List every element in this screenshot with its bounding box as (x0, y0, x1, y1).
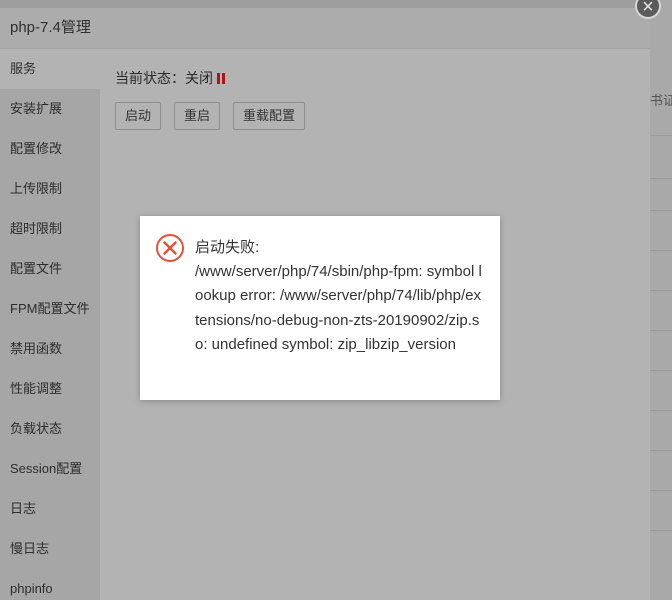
sidebar-item-fpm-config-file[interactable]: FPM配置文件 (0, 289, 100, 329)
background-text: 书证书 (650, 93, 672, 108)
sidebar-item-performance-tuning[interactable]: 性能调整 (0, 369, 100, 409)
background-divider (650, 410, 672, 411)
dialog-title: php-7.4管理 (0, 8, 650, 49)
sidebar-item-service[interactable]: 服务 (0, 49, 100, 89)
sidebar-item-load-status[interactable]: 负载状态 (0, 409, 100, 449)
error-message-text: 启动失败: /www/server/php/74/sbin/php-fpm: s… (195, 236, 485, 357)
background-divider (650, 530, 672, 531)
sidebar-item-timeout-limit[interactable]: 超时限制 (0, 209, 100, 249)
service-actions: 启动 重启 重载配置 (115, 102, 650, 130)
service-status: 当前状态：关闭 (115, 68, 650, 88)
error-message-box: 启动失败: /www/server/php/74/sbin/php-fpm: s… (140, 216, 500, 400)
sidebar-item-slow-log[interactable]: 慢日志 (0, 529, 100, 569)
background-page: 书证书 (650, 0, 672, 600)
sidebar-item-upload-limit[interactable]: 上传限制 (0, 169, 100, 209)
start-button[interactable]: 启动 (115, 102, 162, 130)
sidebar-item-config-edit[interactable]: 配置修改 (0, 129, 100, 169)
background-divider (650, 210, 672, 211)
background-divider (650, 135, 672, 136)
service-panel: 当前状态：关闭 启动 重启 重载配置 (115, 68, 650, 130)
background-divider (650, 370, 672, 371)
status-label: 当前状态： (115, 70, 185, 86)
pause-icon (217, 73, 225, 84)
sidebar-item-config-file[interactable]: 配置文件 (0, 249, 100, 289)
reload-config-button[interactable]: 重载配置 (233, 102, 306, 130)
error-circle-icon (156, 234, 184, 262)
sidebar-item-disabled-functions[interactable]: 禁用函数 (0, 329, 100, 369)
background-divider (650, 178, 672, 179)
background-divider (650, 330, 672, 331)
restart-button[interactable]: 重启 (174, 102, 221, 130)
sidebar-item-session-config[interactable]: Session配置 (0, 449, 100, 489)
sidebar: 服务 安装扩展 配置修改 上传限制 超时限制 配置文件 FPM配置文件 禁用函数… (0, 49, 100, 600)
error-body: /www/server/php/74/sbin/php-fpm: symbol … (195, 263, 482, 353)
error-title: 启动失败: (195, 239, 260, 256)
background-divider (650, 290, 672, 291)
background-divider (650, 250, 672, 251)
background-divider (650, 450, 672, 451)
status-value: 关闭 (185, 70, 213, 86)
sidebar-item-install-extensions[interactable]: 安装扩展 (0, 89, 100, 129)
background-divider (650, 490, 672, 491)
sidebar-item-log[interactable]: 日志 (0, 489, 100, 529)
sidebar-item-phpinfo[interactable]: phpinfo (0, 569, 100, 600)
